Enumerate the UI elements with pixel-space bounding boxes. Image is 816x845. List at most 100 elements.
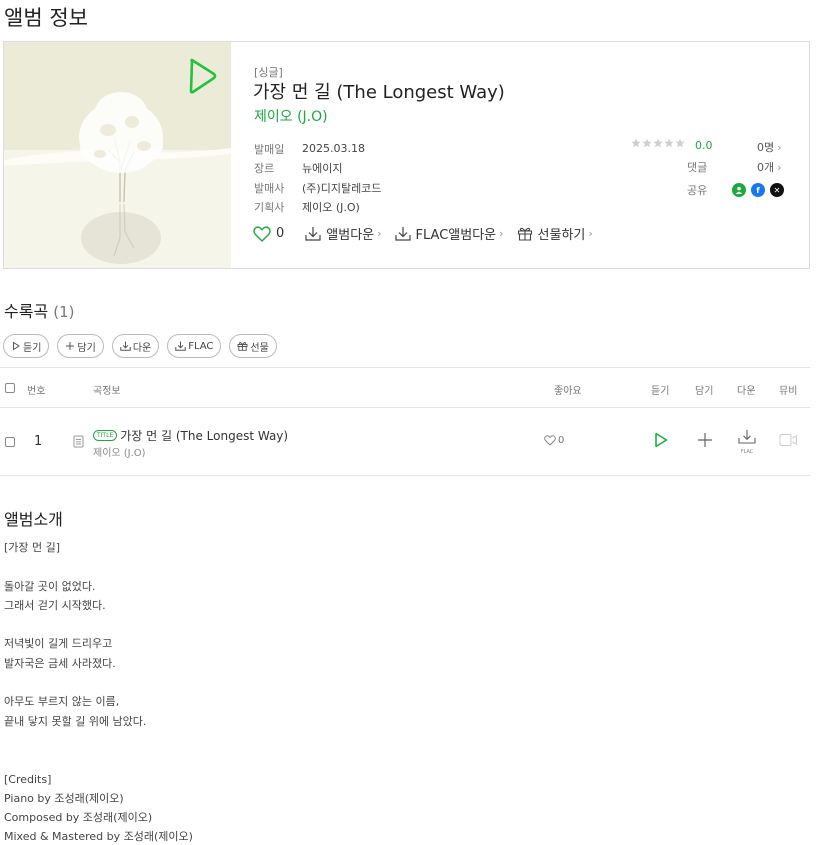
download-icon [738, 430, 756, 444]
column-number: 번호 [27, 386, 46, 397]
meta-key: 발매사 [254, 181, 285, 195]
download-icon [175, 341, 186, 351]
chevron-right-icon: › [588, 227, 593, 240]
download-selected-button[interactable]: 다운 [111, 334, 160, 358]
meta-key: 기획사 [254, 201, 285, 215]
rating-stars[interactable] [631, 138, 685, 148]
star-icon [653, 138, 663, 148]
rating-score: 0.0 [695, 139, 713, 152]
gift-label: 선물 [250, 342, 269, 354]
intro-heading: 앨범소개 [4, 510, 63, 529]
star-icon [675, 138, 685, 148]
add-selected-button[interactable]: 담기 [57, 334, 104, 358]
track-title-row: TITLE 가장 먼 길 (The Longest Way) [93, 427, 288, 444]
album-play-button[interactable] [188, 58, 218, 94]
column-add: 담기 [695, 386, 714, 397]
column-like: 좋아요 [554, 386, 582, 397]
column-download: 다운 [737, 386, 756, 397]
tracklist-heading-label: 수록곡 [4, 302, 49, 321]
track-artist[interactable]: 제이오 (J.O) [93, 444, 146, 459]
meta-value: 제이오 (J.O) [302, 201, 360, 215]
download-label: 다운 [132, 342, 152, 354]
plus-icon [66, 342, 75, 350]
tracklist-count: (1) [53, 303, 75, 321]
play-icon [189, 58, 217, 94]
like-count: 0 [276, 226, 285, 241]
like-button[interactable]: 0 [253, 225, 285, 242]
chevron-right-icon: › [377, 227, 382, 240]
chevron-right-icon: › [777, 140, 782, 154]
album-cover[interactable] [4, 42, 231, 268]
album-download-button[interactable]: 앨범다운 › [305, 224, 382, 243]
download-icon [120, 341, 131, 351]
flac-album-download-button[interactable]: FLAC앨범다운 › [394, 224, 504, 243]
chevron-right-icon: › [499, 227, 504, 240]
tracklist-heading: 수록곡 (1) [4, 298, 75, 322]
title-badge: TITLE [93, 430, 118, 441]
meta-publisher: 발매사 (주)디지탈레코드 [254, 178, 381, 198]
album-actions: 0 앨범다운 › FLAC앨범다운 › 선물하기 › [253, 224, 593, 243]
comments-label: 댓글 [687, 161, 708, 174]
meta-agency: 기획사 제이오 (J.O) [254, 198, 381, 218]
chevron-right-icon: › [777, 160, 782, 174]
track-checkbox[interactable] [5, 437, 15, 447]
download-icon [305, 227, 321, 241]
play-selected-button[interactable]: 듣기 [3, 334, 50, 358]
flac-selected-button[interactable]: FLAC [167, 334, 222, 358]
meta-key: 장르 [254, 162, 275, 176]
meta-value: 2025.03.18 [302, 142, 365, 156]
track-like-button[interactable]: 0 [544, 435, 564, 446]
gift-selected-button[interactable]: 선물 [229, 334, 277, 358]
column-info: 곡정보 [93, 386, 121, 397]
share-person-icon[interactable] [732, 183, 746, 197]
heart-icon [544, 435, 556, 446]
star-icon [664, 138, 674, 148]
facebook-icon[interactable]: f [751, 183, 765, 197]
album-info-panel: [싱글] 가장 먼 길 (The Longest Way) 제이오 (J.O) … [3, 41, 810, 269]
track-download-button[interactable]: FLAC [737, 429, 757, 455]
column-mv: 뮤비 [779, 386, 798, 397]
comments-count: 0개 [757, 161, 775, 174]
select-all-checkbox[interactable] [5, 383, 15, 393]
flac-album-download-label: FLAC앨범다운 [415, 228, 497, 243]
download-sub-label: FLAC [740, 449, 754, 455]
album-download-label: 앨범다운 [326, 228, 375, 243]
album-artist-link[interactable]: 제이오 (J.O) [254, 106, 328, 126]
gift-label: 선물하기 [537, 228, 586, 243]
track-title[interactable]: 가장 먼 길 (The Longest Way) [120, 427, 288, 444]
meta-value: 뉴에이지 [302, 162, 343, 176]
song-info-icon[interactable] [73, 435, 84, 448]
album-intro-text: [가장 먼 길] 돌아갈 곳이 없었다. 그래서 걷기 시작했다. 저녁빛이 길… [4, 541, 193, 844]
comments-count-link[interactable]: 0개 › [757, 159, 782, 175]
x-icon[interactable]: ✕ [770, 183, 784, 197]
rating-count-link[interactable]: 0명 › [757, 139, 782, 155]
tracklist-buttons: 듣기 담기 다운 FLAC 선물 [3, 334, 277, 358]
heart-icon [253, 225, 271, 242]
star-icon [631, 138, 641, 148]
divider [0, 367, 810, 368]
play-icon [13, 341, 20, 351]
share-icons: f ✕ [732, 183, 784, 197]
album-meta: 발매일 2025.03.18 장르 뉴에이지 발매사 (주)디지탈레코드 기획사… [254, 139, 381, 217]
divider [0, 475, 810, 476]
meta-genre: 장르 뉴에이지 [254, 159, 381, 179]
meta-value: (주)디지탈레코드 [302, 181, 382, 195]
star-icon [642, 138, 652, 148]
gift-button[interactable]: 선물하기 › [517, 224, 593, 243]
gift-icon [517, 227, 532, 241]
track-number: 1 [34, 434, 43, 449]
track-add-icon[interactable] [697, 432, 713, 448]
download-icon [394, 227, 411, 241]
meta-key: 발매일 [254, 142, 285, 156]
track-like-count: 0 [558, 435, 565, 446]
flac-label: FLAC [188, 340, 214, 352]
play-label: 듣기 [23, 342, 42, 354]
mv-icon [779, 434, 797, 446]
column-play: 듣기 [651, 386, 670, 397]
track-play-icon[interactable] [654, 432, 668, 448]
page-title: 앨범 정보 [4, 6, 88, 30]
meta-release-date: 발매일 2025.03.18 [254, 139, 381, 159]
share-label: 공유 [687, 184, 708, 197]
divider [0, 407, 810, 408]
album-title: 가장 먼 길 (The Longest Way) [253, 82, 505, 103]
